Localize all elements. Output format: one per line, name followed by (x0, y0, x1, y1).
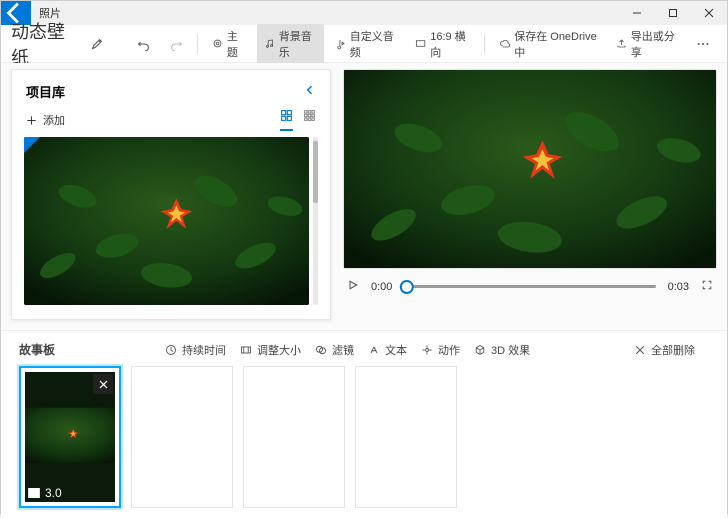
library-title: 项目库 (26, 82, 65, 101)
play-button[interactable] (347, 279, 359, 294)
library-thumbnail[interactable] (24, 137, 309, 305)
library-scrollbar[interactable] (313, 137, 318, 305)
bg-music-button[interactable]: 背景音乐 (257, 24, 324, 64)
total-time: 0:03 (668, 281, 689, 293)
redo-button[interactable] (162, 33, 190, 55)
more-button[interactable] (689, 33, 717, 55)
view-large-grid-icon[interactable] (280, 109, 293, 131)
undo-button[interactable] (130, 33, 158, 55)
save-cloud-button[interactable]: 保存在 OneDrive 中 (492, 24, 605, 64)
fullscreen-button[interactable] (701, 279, 713, 294)
resize-button[interactable]: 调整大小 (240, 342, 301, 358)
custom-audio-button[interactable]: 自定义音频 (328, 24, 404, 64)
preview-pane: 0:00 0:03 (343, 69, 717, 320)
export-share-button[interactable]: 导出或分享 (609, 24, 685, 64)
view-small-grid-icon[interactable] (303, 109, 316, 131)
theme-button[interactable]: 主题 (205, 24, 253, 64)
library-panel: 项目库 添加 (11, 69, 331, 320)
app-title: 照片 (39, 5, 619, 21)
motion-button[interactable]: 动作 (421, 342, 460, 358)
storyboard-card-empty[interactable] (131, 366, 233, 508)
storyboard: 故事板 持续时间 调整大小 滤镜 文本 动作 (1, 330, 727, 518)
export-share-label: 导出或分享 (631, 28, 678, 60)
text-button[interactable]: 文本 (368, 342, 407, 358)
aspect-button[interactable]: 16:9 横向 (408, 24, 477, 64)
bg-music-label: 背景音乐 (279, 28, 317, 60)
image-icon (27, 486, 41, 500)
3d-effects-button[interactable]: 3D 效果 (474, 342, 530, 358)
rename-button[interactable] (83, 33, 111, 55)
seek-knob[interactable] (400, 280, 414, 294)
add-button[interactable]: 添加 (26, 112, 65, 128)
custom-audio-label: 自定义音频 (350, 28, 397, 60)
maximize-button[interactable] (655, 1, 691, 25)
minimize-button[interactable] (619, 1, 655, 25)
seek-slider[interactable] (404, 285, 655, 288)
theme-label: 主题 (227, 28, 246, 60)
duration-button[interactable]: 持续时间 (165, 342, 226, 358)
add-label: 添加 (43, 112, 65, 128)
collapse-button[interactable] (304, 84, 316, 99)
delete-all-button[interactable]: 全部删除 (634, 342, 695, 358)
card-duration: 3.0 (45, 486, 62, 500)
project-title: 动态壁纸 (11, 18, 73, 70)
aspect-label: 16:9 横向 (430, 28, 470, 60)
storyboard-title: 故事板 (19, 341, 55, 358)
filter-button[interactable]: 滤镜 (315, 342, 354, 358)
storyboard-card[interactable]: 3.0 (19, 366, 121, 508)
storyboard-card-empty[interactable] (355, 366, 457, 508)
remove-card-button[interactable] (93, 374, 113, 394)
current-time: 0:00 (371, 281, 392, 293)
preview-image (343, 69, 717, 269)
toolbar: 动态壁纸 主题 背景音乐 自定义音频 16:9 横向 (1, 25, 727, 63)
storyboard-card-empty[interactable] (243, 366, 345, 508)
close-button[interactable] (691, 1, 727, 25)
used-corner-icon (24, 137, 40, 153)
save-cloud-label: 保存在 OneDrive 中 (514, 28, 597, 60)
title-bar: 照片 (1, 1, 727, 25)
